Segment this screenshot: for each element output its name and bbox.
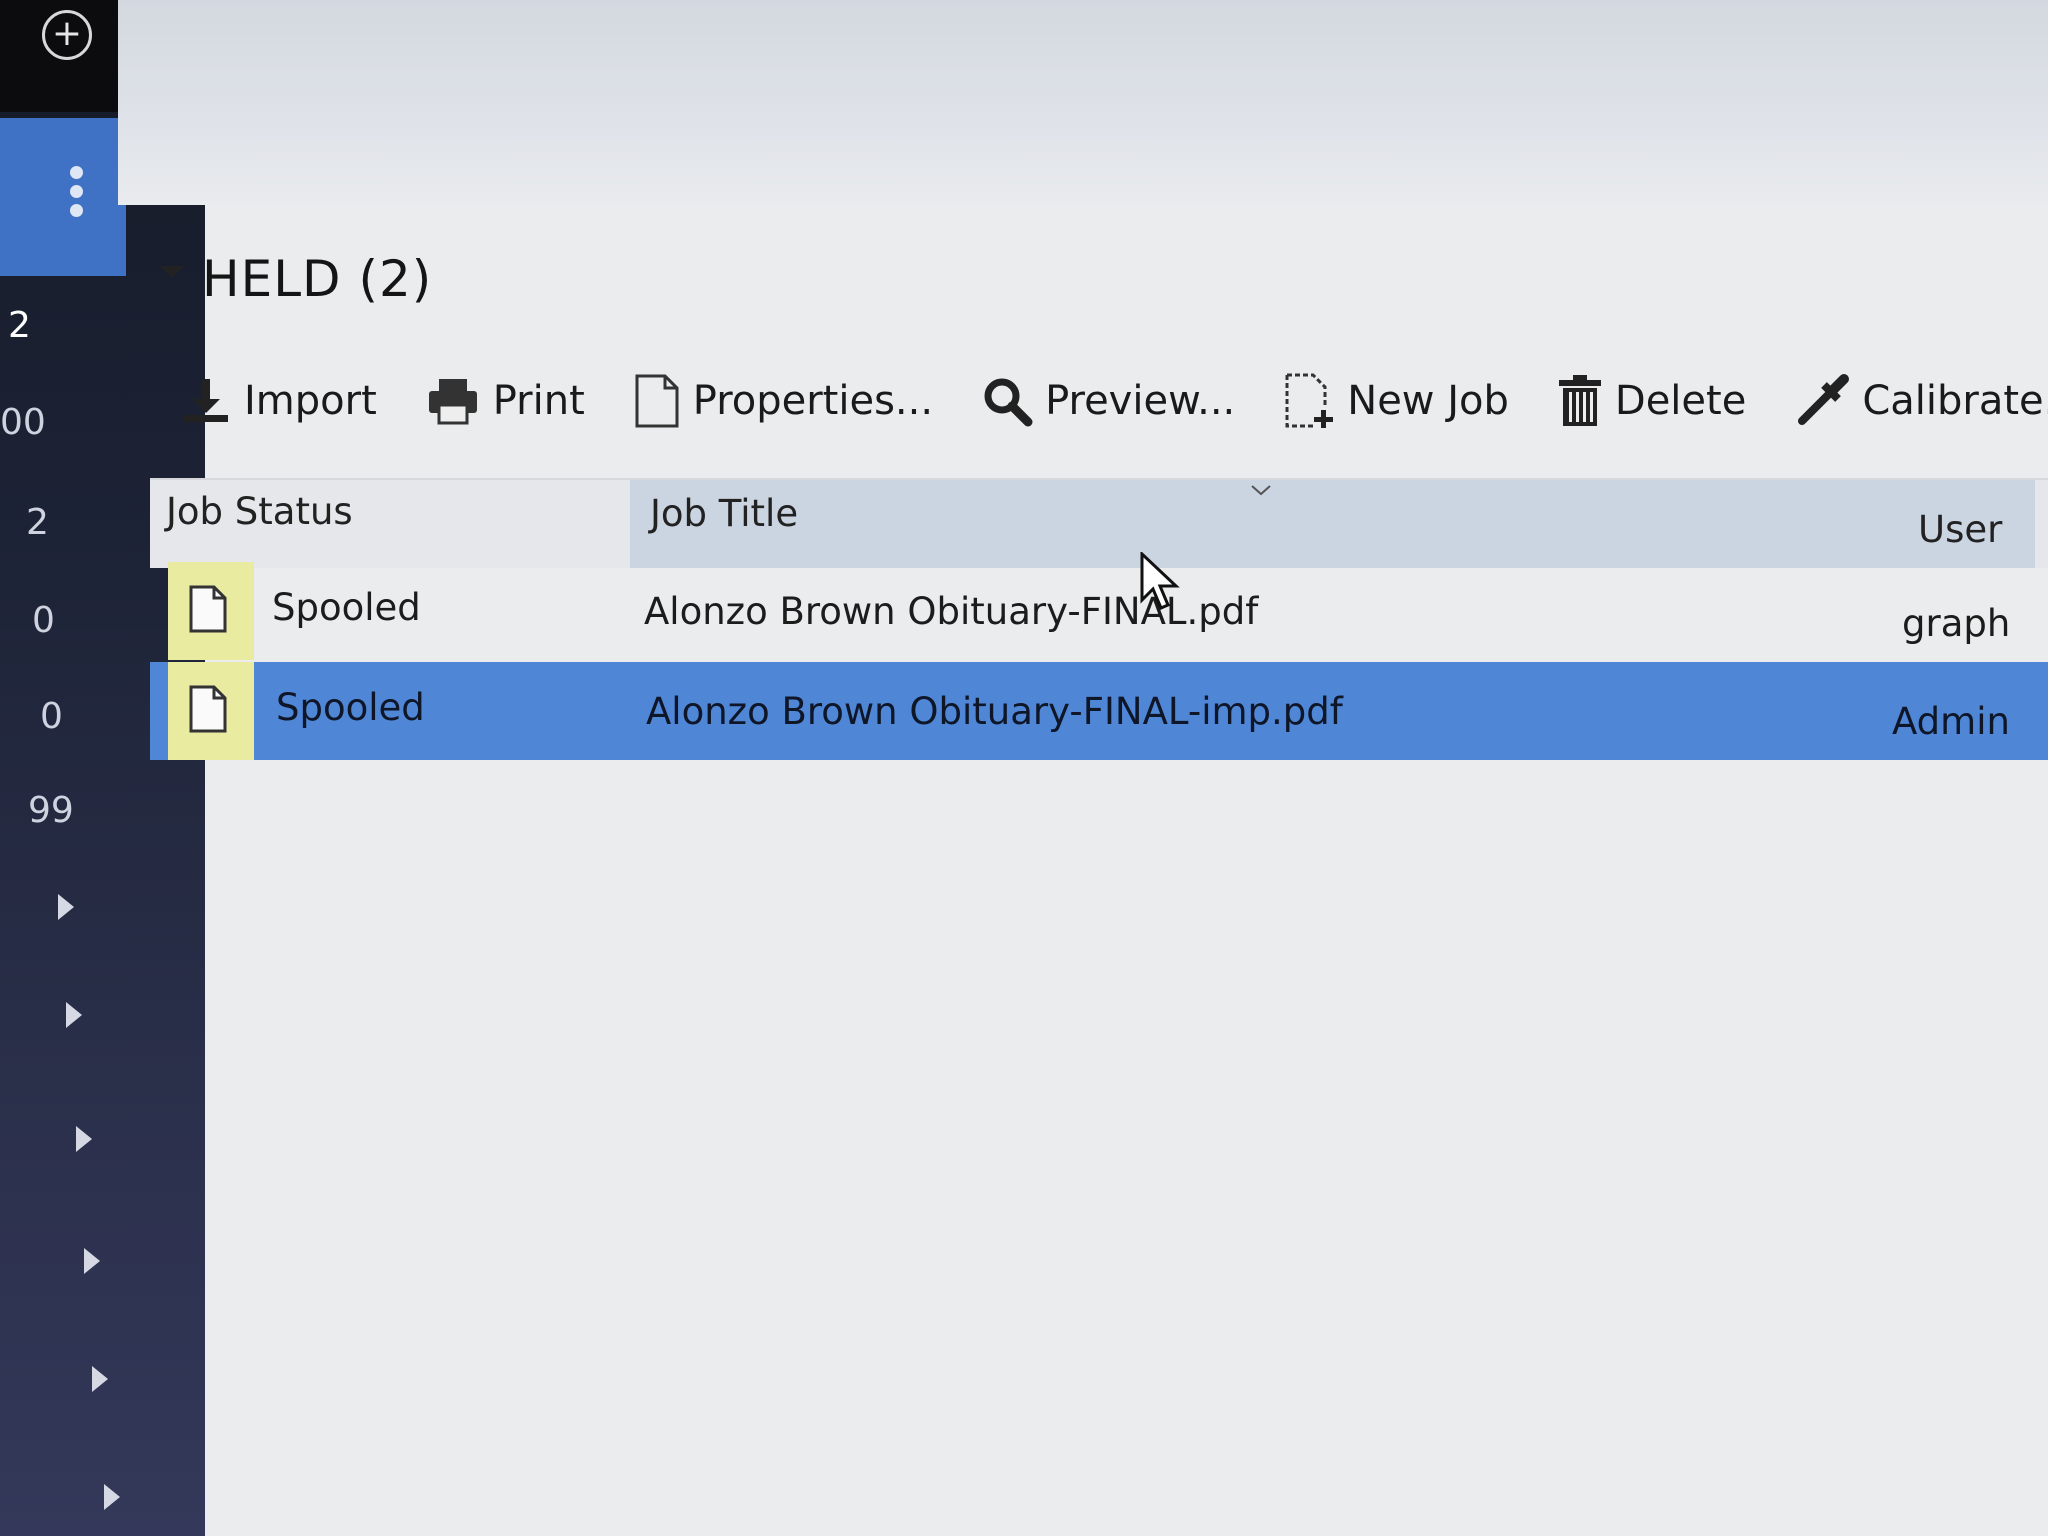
import-button[interactable]: Import — [180, 375, 377, 427]
job-user-cell: Admin — [1892, 700, 2010, 743]
sidebar-count: 0 — [40, 696, 63, 737]
table-row-selected[interactable]: Spooled Alonzo Brown Obituary-FINAL-imp.… — [150, 662, 2048, 760]
new-job-label: New Job — [1347, 378, 1509, 424]
triangle-right-icon[interactable] — [58, 894, 74, 920]
delete-button[interactable]: Delete — [1557, 374, 1746, 428]
more-vertical-icon[interactable] — [70, 166, 84, 223]
sidebar: + 2 00 2 0 0 99 — [0, 0, 205, 1536]
printer-icon — [428, 379, 477, 425]
eyedropper-icon — [1798, 374, 1850, 425]
column-header-job-title[interactable]: Job Title — [650, 492, 798, 535]
triangle-right-icon[interactable] — [66, 1002, 82, 1028]
properties-button[interactable]: Properties... — [633, 373, 933, 429]
preview-label: Preview... — [1045, 378, 1236, 424]
sidebar-count: 2 — [8, 305, 31, 346]
document-icon — [635, 374, 679, 428]
new-job-button[interactable]: New Job — [1283, 372, 1509, 430]
triangle-right-icon[interactable] — [104, 1484, 120, 1510]
sidebar-count: 0 — [32, 600, 55, 641]
held-section-title: HELD (2) — [202, 250, 433, 308]
job-status-cell: Spooled — [276, 686, 425, 729]
document-icon — [189, 585, 227, 633]
sidebar-count: 99 — [28, 790, 74, 831]
add-button[interactable]: + — [0, 0, 118, 112]
trash-icon — [1558, 375, 1601, 426]
calibrate-label: Calibrate... — [1862, 378, 2048, 424]
top-header-area — [118, 0, 2048, 205]
magnifier-icon — [984, 378, 1033, 427]
import-label: Import — [244, 378, 377, 424]
print-label: Print — [492, 378, 585, 424]
job-user-cell: graph — [1902, 602, 2011, 645]
triangle-right-icon[interactable] — [84, 1248, 100, 1274]
sidebar-item-selected[interactable] — [0, 118, 126, 276]
table-header: Job Status Job Title User — [150, 478, 2048, 568]
properties-label: Properties... — [692, 378, 934, 424]
column-header-job-status[interactable]: Job Status — [166, 490, 353, 533]
plus-circle-icon: + — [42, 10, 92, 60]
column-header-user[interactable]: User — [1918, 508, 2002, 551]
triangle-right-icon[interactable] — [76, 1126, 92, 1152]
collapse-triangle-icon[interactable] — [160, 266, 184, 278]
sorted-column-highlight — [630, 480, 2035, 568]
job-title-cell: Alonzo Brown Obituary-FINAL-imp.pdf — [646, 690, 1343, 733]
new-document-icon — [1285, 373, 1334, 428]
preview-button[interactable]: Preview... — [981, 375, 1235, 427]
toolbar: Import Print Properties... Preview... Ne… — [180, 372, 2048, 430]
mouse-pointer-icon — [1140, 552, 1180, 610]
sidebar-count: 2 — [26, 502, 49, 543]
delete-label: Delete — [1614, 378, 1747, 424]
table-row[interactable]: Spooled Alonzo Brown Obituary-FINAL.pdf … — [150, 562, 2048, 660]
triangle-right-icon[interactable] — [92, 1366, 108, 1392]
calibrate-button[interactable]: Calibrate... — [1794, 373, 2048, 429]
print-button[interactable]: Print — [425, 375, 585, 427]
job-status-cell: Spooled — [272, 586, 421, 629]
sort-chevron-icon[interactable] — [1250, 484, 1272, 496]
import-icon — [184, 379, 228, 422]
sidebar-count: 00 — [0, 402, 46, 443]
document-icon — [189, 685, 227, 733]
held-section-header[interactable]: HELD (2) — [160, 250, 432, 308]
